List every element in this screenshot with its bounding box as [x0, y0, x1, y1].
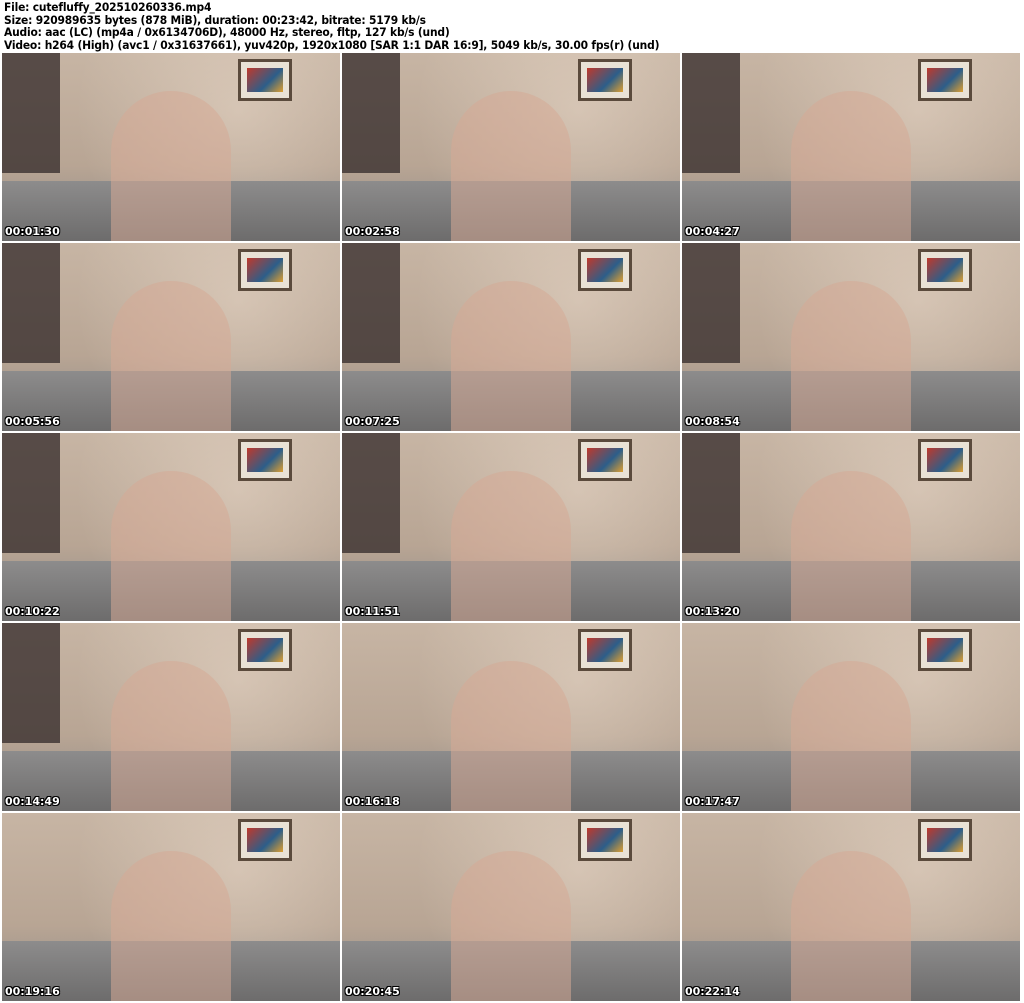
thumbnail[interactable]: 00:04:27 [682, 53, 1020, 241]
frame-subject [791, 661, 911, 811]
frame-art [918, 59, 972, 101]
timestamp: 00:05:56 [5, 415, 60, 428]
thumbnail[interactable]: 00:05:56 [2, 243, 340, 431]
timestamp: 00:01:30 [5, 225, 60, 238]
frame-subject [111, 281, 231, 431]
frame-panel [2, 53, 60, 173]
frame-panel [342, 243, 400, 363]
frame-subject [451, 281, 571, 431]
timestamp: 00:20:45 [345, 985, 400, 998]
frame-subject [111, 661, 231, 811]
thumbnail[interactable]: 00:01:30 [2, 53, 340, 241]
frame-art [578, 439, 632, 481]
frame-art [578, 249, 632, 291]
frame-art [918, 629, 972, 671]
thumbnail[interactable]: 00:08:54 [682, 243, 1020, 431]
frame-art [578, 629, 632, 671]
thumbnail[interactable]: 00:10:22 [2, 433, 340, 621]
thumbnail[interactable]: 00:22:14 [682, 813, 1020, 1001]
frame-art [918, 439, 972, 481]
frame-art [238, 439, 292, 481]
frame-art [578, 59, 632, 101]
timestamp: 00:07:25 [345, 415, 400, 428]
timestamp: 00:14:49 [5, 795, 60, 808]
frame-subject [791, 471, 911, 621]
frame-subject [791, 851, 911, 1001]
thumbnail[interactable]: 00:16:18 [342, 623, 680, 811]
timestamp: 00:02:58 [345, 225, 400, 238]
timestamp: 00:13:20 [685, 605, 740, 618]
frame-subject [111, 91, 231, 241]
frame-panel [2, 623, 60, 743]
timestamp: 00:17:47 [685, 795, 740, 808]
frame-panel [2, 243, 60, 363]
thumbnail[interactable]: 00:20:45 [342, 813, 680, 1001]
frame-panel [682, 53, 740, 173]
frame-art [918, 249, 972, 291]
file-name: File: cutefluffy_202510260336.mp4 [4, 0, 212, 14]
frame-subject [451, 471, 571, 621]
timestamp: 00:10:22 [5, 605, 60, 618]
thumbnail[interactable]: 00:14:49 [2, 623, 340, 811]
frame-subject [791, 281, 911, 431]
thumbnail[interactable]: 00:07:25 [342, 243, 680, 431]
thumbnail-grid: 00:01:30 00:02:58 00:04:27 00:05:56 00:07:25… [2, 53, 1020, 1001]
frame-panel [342, 53, 400, 173]
timestamp: 00:08:54 [685, 415, 740, 428]
frame-art [238, 249, 292, 291]
frame-panel [2, 433, 60, 553]
frame-panel [342, 433, 400, 553]
file-info: File: cutefluffy_202510260336.mp4 Size: … [4, 1, 659, 51]
video-info: Video: h264 (High) (avc1 / 0x31637661), … [4, 37, 660, 52]
thumbnail[interactable]: 00:19:16 [2, 813, 340, 1001]
frame-art [238, 629, 292, 671]
thumbnail[interactable]: 00:11:51 [342, 433, 680, 621]
timestamp: 00:22:14 [685, 985, 740, 998]
frame-panel [682, 243, 740, 363]
timestamp: 00:16:18 [345, 795, 400, 808]
frame-subject [451, 91, 571, 241]
frame-art [238, 59, 292, 101]
frame-panel [682, 433, 740, 553]
frame-art [238, 819, 292, 861]
thumbnail[interactable]: 00:17:47 [682, 623, 1020, 811]
frame-subject [451, 661, 571, 811]
thumbnail[interactable]: 00:13:20 [682, 433, 1020, 621]
timestamp: 00:19:16 [5, 985, 60, 998]
timestamp: 00:04:27 [685, 225, 740, 238]
frame-subject [791, 91, 911, 241]
frame-subject [111, 851, 231, 1001]
thumbnail[interactable]: 00:02:58 [342, 53, 680, 241]
frame-subject [111, 471, 231, 621]
timestamp: 00:11:51 [345, 605, 400, 618]
audio-info: Audio: aac (LC) (mp4a / 0x6134706D), 480… [4, 25, 450, 39]
frame-art [918, 819, 972, 861]
frame-subject [451, 851, 571, 1001]
frame-art [578, 819, 632, 861]
